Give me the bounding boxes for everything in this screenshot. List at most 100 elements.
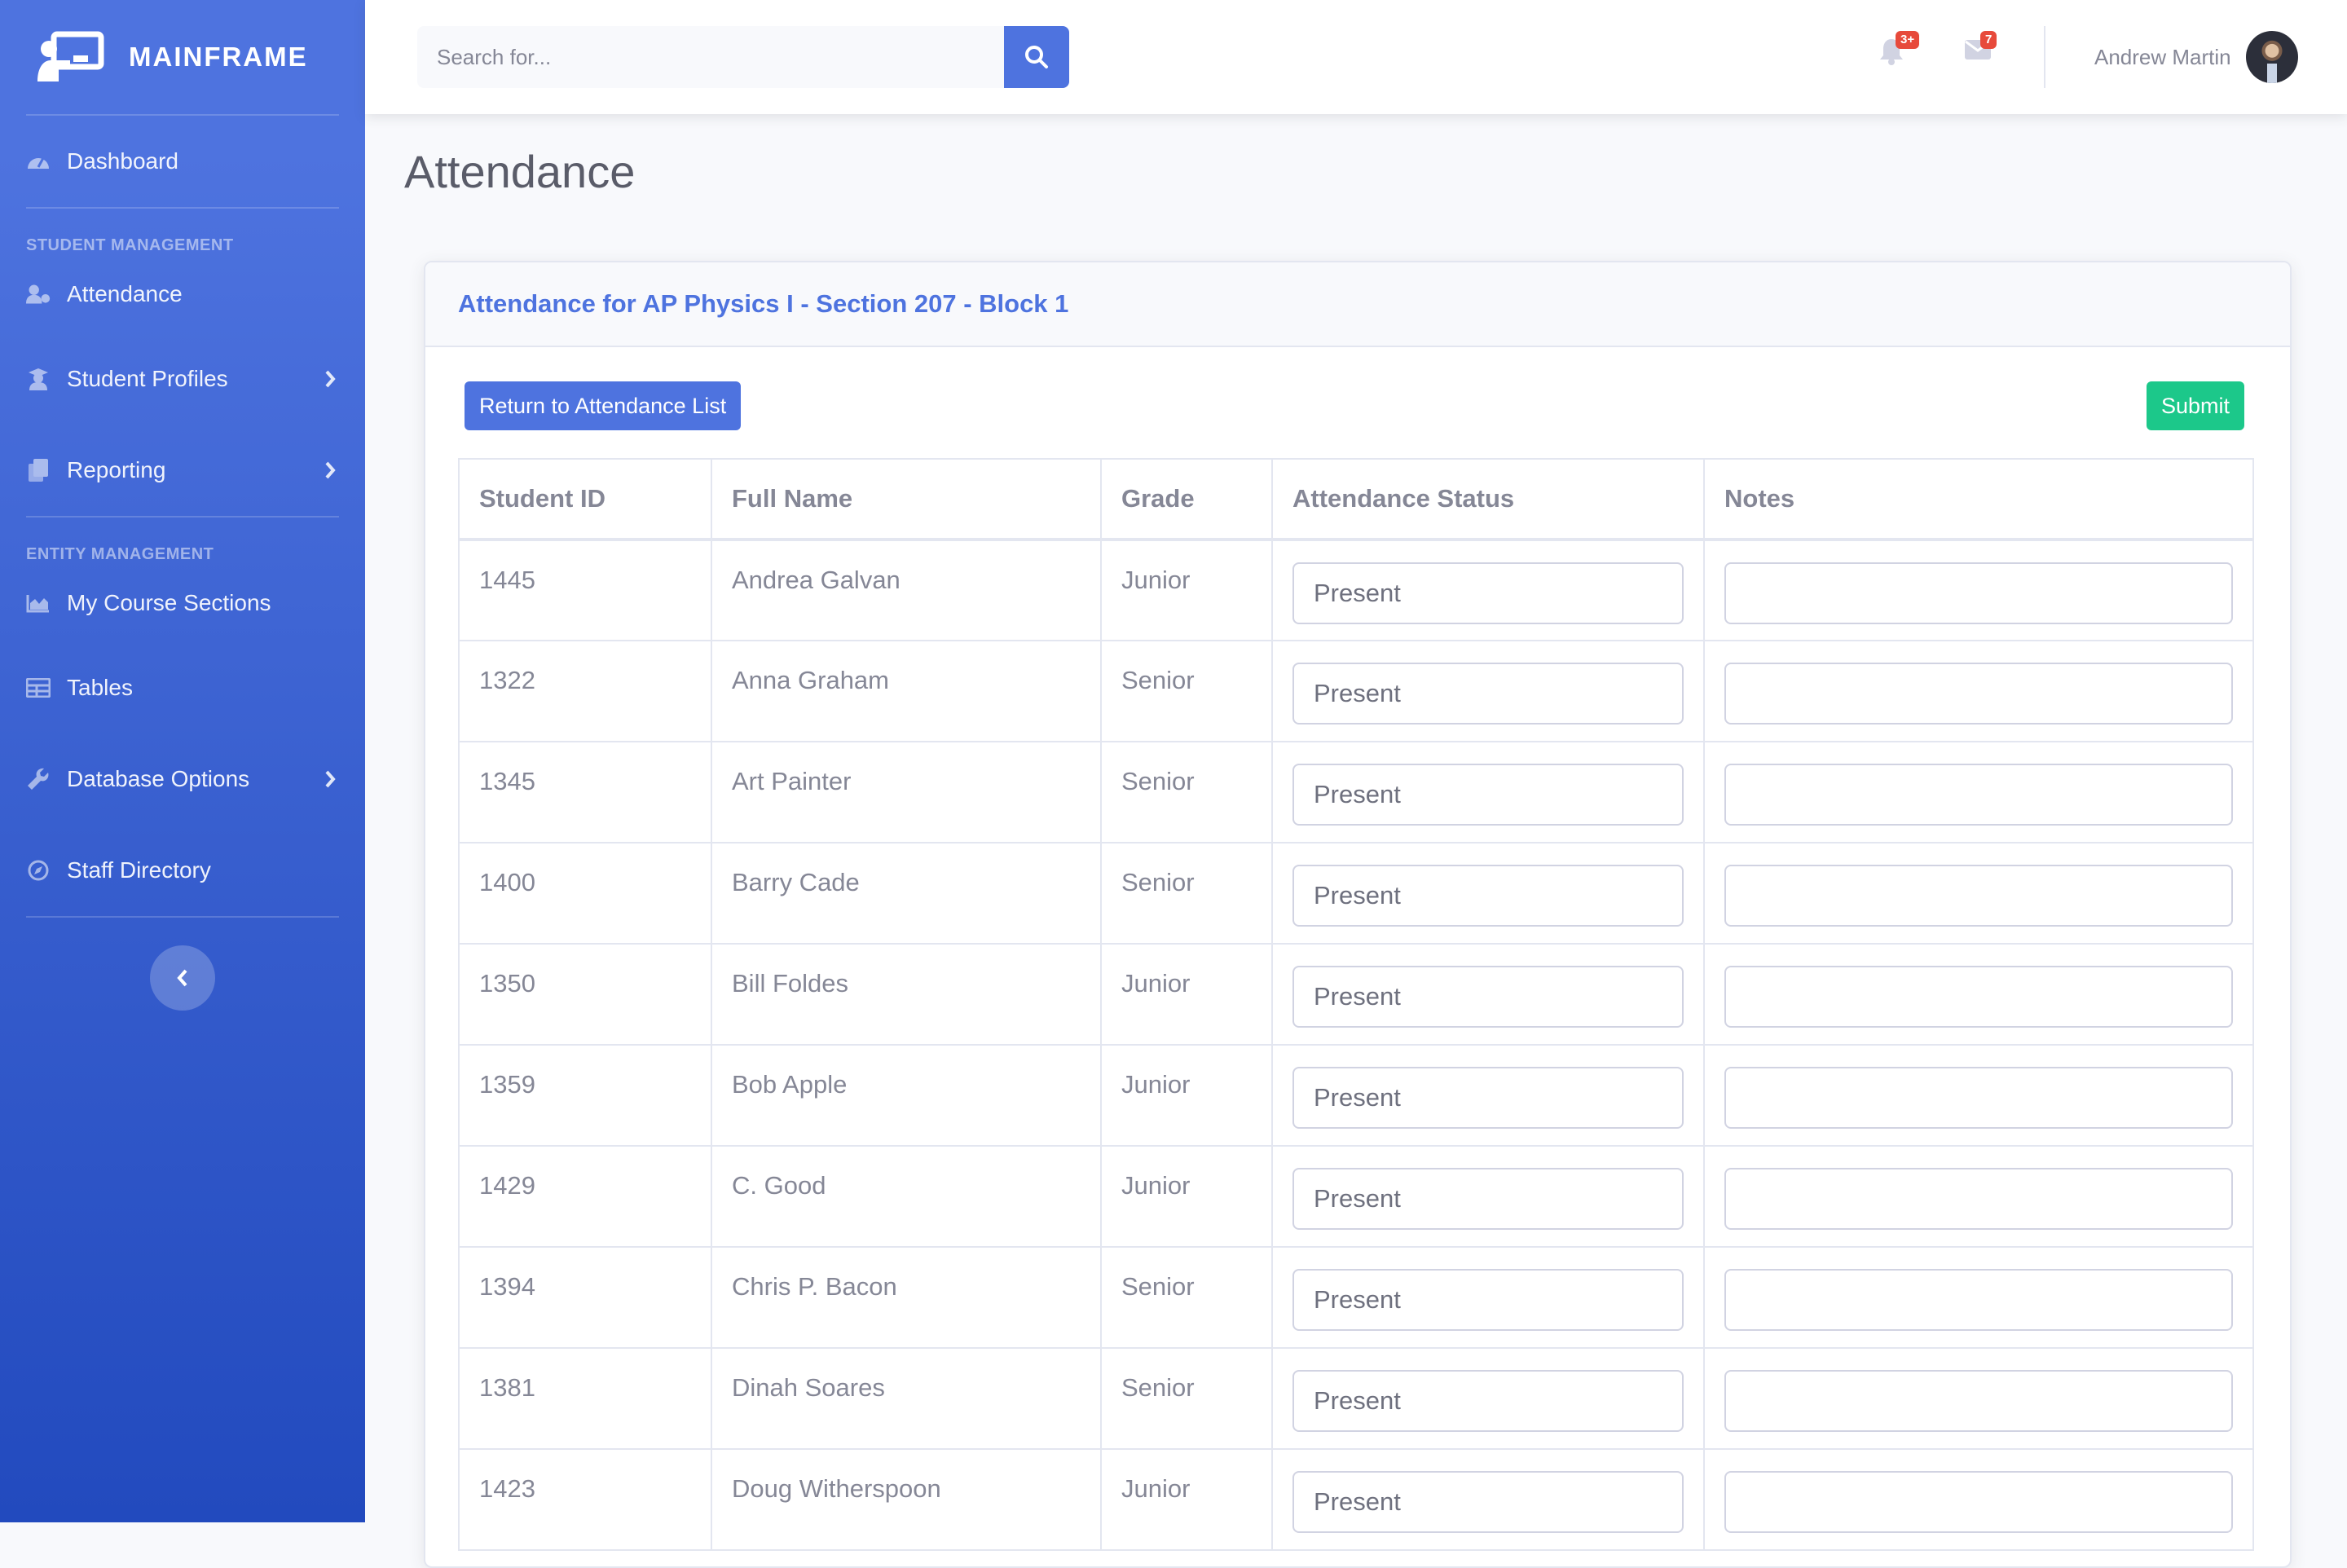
search-button[interactable] (1004, 26, 1069, 88)
card-title: Attendance for AP Physics I - Section 20… (458, 289, 1069, 318)
notes-cell (1703, 842, 2254, 945)
alerts-dropdown[interactable]: 3+ (1879, 31, 1920, 70)
table-row: 1345 Art Painter Senior (458, 741, 2254, 843)
attendance-status-cell (1271, 943, 1705, 1046)
attendance-status-input[interactable] (1292, 1067, 1684, 1129)
table-row: 1350 Bill Foldes Junior (458, 943, 2254, 1046)
notes-input[interactable] (1724, 764, 2233, 826)
full-name-cell: Chris P. Bacon (711, 1246, 1102, 1349)
notes-input[interactable] (1724, 1269, 2233, 1331)
attendance-status-cell (1271, 1145, 1705, 1248)
notes-cell (1703, 1246, 2254, 1349)
messages-dropdown[interactable]: 7 (1964, 31, 1997, 70)
alerts-badge: 3+ (1896, 31, 1920, 49)
notes-input[interactable] (1724, 562, 2233, 624)
sidebar-item-attendance[interactable]: Attendance (0, 255, 365, 333)
grade-cell: Senior (1100, 741, 1273, 843)
student-id-cell: 1394 (458, 1246, 712, 1349)
attendance-status-input[interactable] (1292, 1471, 1684, 1533)
student-id-cell: 1359 (458, 1044, 712, 1147)
table-row: 1429 C. Good Junior (458, 1145, 2254, 1248)
table-row: 1381 Dinah Soares Senior (458, 1347, 2254, 1450)
notes-cell (1703, 539, 2254, 641)
full-name-cell: Bob Apple (711, 1044, 1102, 1147)
sidebar-item-my-course-sections[interactable]: My Course Sections (0, 564, 365, 642)
wrench-icon (26, 767, 51, 791)
page-title: Attendance (404, 146, 636, 197)
sidebar-item-label: My Course Sections (67, 590, 271, 615)
attendance-status-input[interactable] (1292, 562, 1684, 624)
teacher-board-icon (37, 31, 104, 81)
messages-badge: 7 (1980, 31, 1997, 49)
return-to-attendance-list-button[interactable]: Return to Attendance List (465, 381, 742, 430)
notes-cell (1703, 1347, 2254, 1450)
avatar (2245, 31, 2298, 83)
table-header-row: Student ID Full Name Grade Attendance St… (458, 458, 2254, 541)
notes-cell (1703, 741, 2254, 843)
notes-input[interactable] (1724, 966, 2233, 1028)
table-row: 1445 Andrea Galvan Junior (458, 539, 2254, 641)
notes-input[interactable] (1724, 865, 2233, 927)
column-header-grade[interactable]: Grade (1100, 458, 1273, 541)
notes-input[interactable] (1724, 1067, 2233, 1129)
table-icon (26, 676, 51, 700)
column-header-attendance-status[interactable]: Attendance Status (1271, 458, 1705, 541)
table-row: 1322 Anna Graham Senior (458, 640, 2254, 742)
search-form (417, 26, 1069, 88)
sidebar-item-staff-directory[interactable]: Staff Directory (0, 825, 365, 916)
student-id-cell: 1350 (458, 943, 712, 1046)
sidebar-item-student-profiles[interactable]: Student Profiles (0, 333, 365, 425)
student-id-cell: 1322 (458, 640, 712, 742)
attendance-status-cell (1271, 842, 1705, 945)
sidebar-toggle-button[interactable] (150, 945, 215, 1011)
topbar-divider (2044, 26, 2045, 88)
sidebar-item-tables[interactable]: Tables (0, 642, 365, 733)
notes-input[interactable] (1724, 1168, 2233, 1230)
user-dropdown[interactable]: Andrew Martin (2094, 28, 2298, 86)
attendance-status-input[interactable] (1292, 966, 1684, 1028)
sidebar-heading-entity-management: ENTITY MANAGEMENT (26, 545, 214, 563)
attendance-status-input[interactable] (1292, 1269, 1684, 1331)
search-input[interactable] (417, 26, 1004, 88)
attendance-status-input[interactable] (1292, 1168, 1684, 1230)
column-header-full-name[interactable]: Full Name (711, 458, 1102, 541)
card-header: Attendance for AP Physics I - Section 20… (425, 262, 2290, 347)
student-id-cell: 1381 (458, 1347, 712, 1450)
attendance-status-cell (1271, 539, 1705, 641)
sidebar-heading-student-management: STUDENT MANAGEMENT (26, 236, 234, 254)
notes-input[interactable] (1724, 663, 2233, 725)
brand-name: MAINFRAME (129, 42, 308, 72)
attendance-status-cell (1271, 1044, 1705, 1147)
notes-cell (1703, 1448, 2254, 1551)
chevron-right-icon (325, 461, 336, 479)
sidebar-item-database-options[interactable]: Database Options (0, 733, 365, 825)
table-row: 1359 Bob Apple Junior (458, 1044, 2254, 1147)
sidebar-item-label: Staff Directory (67, 857, 211, 883)
table-row: 1423 Doug Witherspoon Junior (458, 1448, 2254, 1551)
compass-icon (26, 858, 51, 883)
sidebar-item-label: Student Profiles (67, 366, 228, 391)
attendance-status-input[interactable] (1292, 764, 1684, 826)
student-id-cell: 1345 (458, 741, 712, 843)
grade-cell: Junior (1100, 539, 1273, 641)
student-id-cell: 1400 (458, 842, 712, 945)
column-header-notes[interactable]: Notes (1703, 458, 2254, 541)
attendance-status-input[interactable] (1292, 865, 1684, 927)
full-name-cell: C. Good (711, 1145, 1102, 1248)
notes-input[interactable] (1724, 1370, 2233, 1432)
notes-input[interactable] (1724, 1471, 2233, 1533)
grade-cell: Senior (1100, 1347, 1273, 1450)
attendance-status-cell (1271, 1347, 1705, 1450)
attendance-status-input[interactable] (1292, 1370, 1684, 1432)
sidebar-item-dashboard[interactable]: Dashboard (0, 116, 365, 207)
attendance-status-cell (1271, 741, 1705, 843)
graduate-icon (26, 367, 51, 391)
grade-cell: Senior (1100, 1246, 1273, 1349)
sidebar-item-reporting[interactable]: Reporting (0, 425, 365, 516)
submit-button[interactable]: Submit (2146, 381, 2244, 430)
attendance-status-input[interactable] (1292, 663, 1684, 725)
sidebar-item-label: Reporting (67, 457, 166, 482)
brand-link[interactable]: MAINFRAME (0, 0, 365, 114)
column-header-student-id[interactable]: Student ID (458, 458, 712, 541)
chevron-right-icon (325, 770, 336, 788)
